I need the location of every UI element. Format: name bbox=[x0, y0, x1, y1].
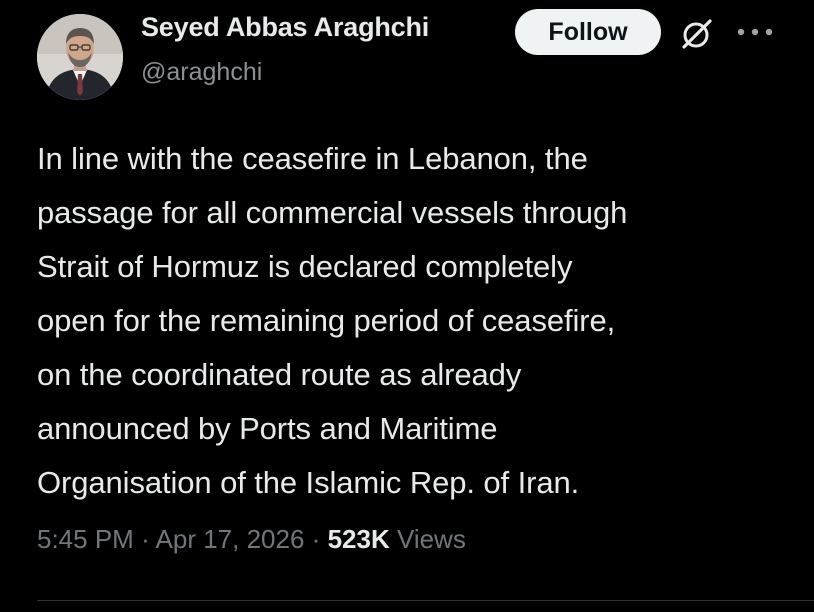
tweet-meta: 5:45 PM · Apr 17, 2026 · 523K Views bbox=[37, 524, 466, 555]
follow-button[interactable]: Follow bbox=[515, 9, 661, 55]
tweet-text-line: announced by Ports and Maritime bbox=[37, 411, 498, 446]
views-label: Views bbox=[396, 524, 466, 554]
tweet-text-line: on the coordinated route as already bbox=[37, 357, 522, 392]
views-count: 523K bbox=[327, 524, 390, 554]
divider bbox=[37, 600, 814, 601]
tweet-text-line: In line with the ceasefire in Lebanon, t… bbox=[37, 141, 588, 176]
more-icon[interactable] bbox=[735, 26, 775, 38]
tweet-text-line: Organisation of the Islamic Rep. of Iran… bbox=[37, 465, 580, 500]
tweet-time[interactable]: 5:45 PM bbox=[37, 524, 134, 554]
tweet-text: In line with the ceasefire in Lebanon, t… bbox=[37, 132, 797, 510]
tweet-card: Seyed Abbas Araghchi @araghchi Follow In… bbox=[0, 0, 814, 612]
author-display-name[interactable]: Seyed Abbas Araghchi bbox=[141, 12, 429, 43]
grok-icon[interactable] bbox=[680, 17, 714, 51]
meta-separator: · bbox=[141, 524, 150, 554]
tweet-date[interactable]: Apr 17, 2026 bbox=[156, 524, 305, 554]
meta-separator: · bbox=[311, 524, 321, 554]
author-handle[interactable]: @araghchi bbox=[141, 58, 262, 87]
avatar-portrait-icon bbox=[37, 14, 123, 100]
tweet-text-line: passage for all commercial vessels throu… bbox=[37, 195, 628, 230]
tweet-text-line: Strait of Hormuz is declared completely bbox=[37, 249, 573, 284]
tweet-text-line: open for the remaining period of ceasefi… bbox=[37, 303, 616, 338]
avatar[interactable] bbox=[37, 14, 123, 100]
